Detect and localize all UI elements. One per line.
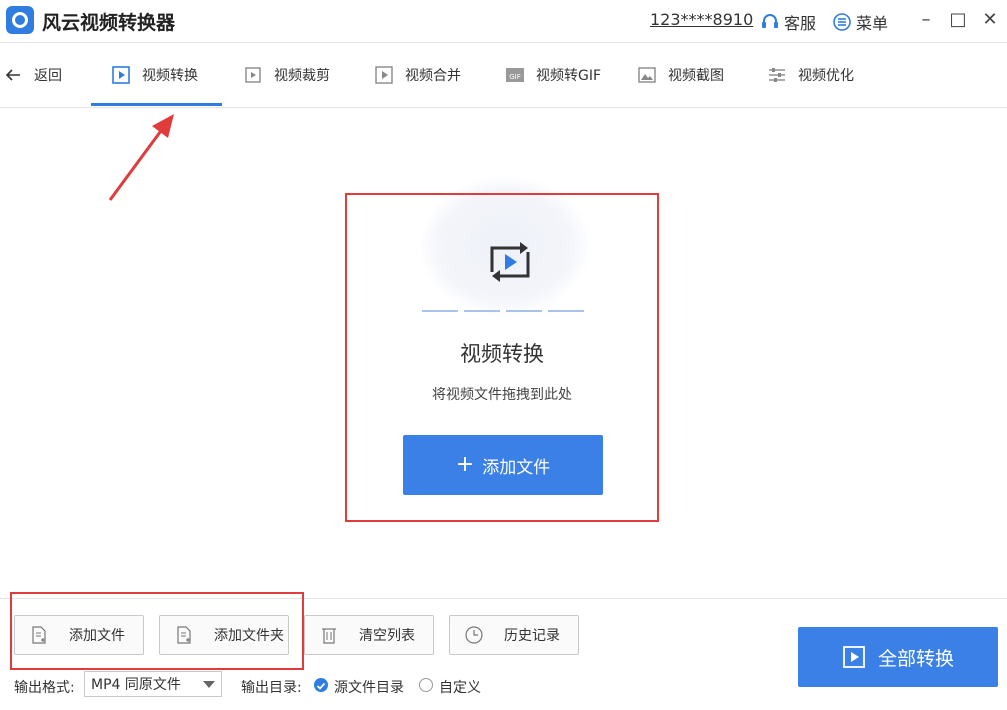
back-label: 返回 [34, 68, 62, 84]
add-file-button[interactable]: 添加文件 [14, 615, 144, 655]
service-label: 客服 [784, 14, 817, 33]
tab-label: 视频截图 [668, 68, 724, 84]
tab-label: 视频裁剪 [274, 68, 330, 84]
trash-icon [322, 628, 336, 644]
dropzone-title: 视频转换 [460, 342, 544, 366]
source-dir-label[interactable]: 源文件目录 [334, 677, 404, 697]
history-label: 历史记录 [504, 628, 560, 644]
add-file-label: 添加文件 [69, 628, 125, 644]
check-icon [316, 682, 326, 690]
chevron-down-icon [203, 681, 215, 688]
clear-list-button[interactable]: 清空列表 [304, 615, 434, 655]
menu-icon [833, 13, 851, 31]
nav-bar: 返回 视频转换 视频裁剪 视频合并 GIF 视频转GIF 视频截图 视频优化 [0, 43, 1007, 108]
back-button[interactable]: 返回 [4, 43, 62, 107]
clear-list-label: 清空列表 [359, 628, 415, 644]
gif-icon: GIF [506, 68, 524, 82]
tab-video-merge[interactable]: 视频合并 [373, 43, 461, 107]
menu-label: 菜单 [856, 14, 889, 33]
tab-label: 视频合并 [405, 68, 461, 84]
tab-video-screenshot[interactable]: 视频截图 [636, 43, 724, 107]
add-folder-button[interactable]: 添加文件夹 [159, 615, 289, 655]
tab-video-crop[interactable]: 视频裁剪 [242, 43, 330, 107]
add-folder-label: 添加文件夹 [214, 628, 284, 644]
plus-icon: + [455, 452, 475, 477]
tab-label: 视频转换 [142, 68, 198, 84]
minimize-icon[interactable]: – [914, 8, 938, 32]
annotation-arrow [108, 114, 174, 201]
active-tab-indicator [91, 103, 222, 106]
output-dir-label: 输出目录: [241, 680, 302, 696]
video-convert-icon [112, 66, 130, 84]
customer-service-button[interactable]: 客服 [760, 10, 816, 34]
clock-icon [465, 626, 483, 644]
convert-all-button[interactable]: 全部转换 [798, 627, 998, 687]
menu-button[interactable]: 菜单 [832, 10, 888, 34]
optimize-icon [769, 68, 785, 82]
title-bar: 风云视频转换器 123****8910 客服 菜单 – □ ✕ [0, 0, 1007, 43]
tab-video-optimize[interactable]: 视频优化 [766, 43, 854, 107]
history-button[interactable]: 历史记录 [449, 615, 579, 655]
tab-video-convert[interactable]: 视频转换 [110, 43, 198, 107]
video-crop-icon [245, 67, 261, 83]
custom-dir-radio[interactable] [419, 678, 433, 692]
tab-label: 视频优化 [798, 68, 854, 84]
arrow-left-icon [5, 69, 20, 81]
add-file-label: 添加文件 [482, 457, 551, 478]
add-file-icon [32, 626, 46, 644]
svg-text:GIF: GIF [509, 73, 521, 81]
tab-video-to-gif[interactable]: GIF 视频转GIF [504, 43, 601, 107]
custom-dir-label[interactable]: 自定义 [439, 677, 481, 697]
convert-all-label: 全部转换 [877, 647, 954, 670]
source-dir-radio[interactable] [314, 678, 328, 692]
output-format-select[interactable]: MP4 同原文件 [84, 671, 222, 697]
add-file-button-main[interactable]: + 添加文件 [403, 435, 603, 495]
play-icon [843, 646, 865, 668]
app-title: 风云视频转换器 [42, 12, 176, 34]
maximize-icon[interactable]: □ [946, 8, 970, 32]
screenshot-icon [638, 67, 656, 83]
add-folder-icon [177, 626, 191, 644]
user-account-link[interactable]: 123****8910 [650, 10, 753, 29]
close-icon[interactable]: ✕ [978, 8, 1002, 32]
output-format-label: 输出格式: [14, 680, 75, 696]
app-logo-icon [6, 6, 34, 34]
video-merge-icon [375, 66, 393, 84]
output-format-value: MP4 同原文件 [91, 677, 181, 693]
tab-label: 视频转GIF [536, 68, 602, 84]
headset-icon [762, 14, 778, 28]
dropzone-hint: 将视频文件拖拽到此处 [432, 387, 572, 403]
